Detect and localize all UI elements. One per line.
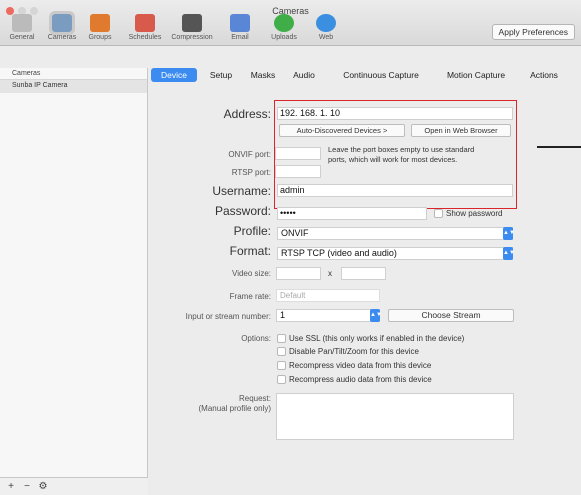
sidebar-item-camera[interactable]: Sunba IP Camera bbox=[0, 80, 147, 93]
tab-continuous-capture[interactable]: Continuous Capture bbox=[330, 68, 432, 82]
frame-rate-label: Frame rate: bbox=[229, 292, 271, 301]
tab-actions[interactable]: Actions bbox=[520, 68, 568, 82]
preferences-toolbar: General Cameras Groups Schedules Compres… bbox=[0, 11, 400, 46]
frame-rate-select[interactable]: Default bbox=[276, 289, 380, 302]
onvif-port-label: ONVIF port: bbox=[228, 150, 271, 159]
video-height-field[interactable] bbox=[341, 267, 386, 280]
request-textarea[interactable] bbox=[276, 393, 514, 440]
stream-number-label: Input or stream number: bbox=[185, 312, 271, 321]
format-label: Format: bbox=[229, 244, 271, 258]
toolbar-label: Email bbox=[231, 34, 249, 41]
username-label: Username: bbox=[212, 184, 271, 198]
chevron-updown-icon: ▲▼ bbox=[370, 309, 382, 322]
toolbar-item-general[interactable]: General bbox=[0, 14, 44, 41]
stream-number-value: 1 bbox=[280, 310, 286, 320]
show-password-checkbox[interactable] bbox=[434, 209, 443, 218]
show-password-label: Show password bbox=[446, 209, 503, 218]
password-field[interactable]: ••••• bbox=[277, 207, 427, 220]
video-size-label: Video size: bbox=[232, 269, 271, 278]
toolbar-label: Groups bbox=[88, 34, 112, 41]
add-camera-button[interactable]: + bbox=[4, 480, 18, 493]
email-icon bbox=[230, 14, 250, 32]
address-label: Address: bbox=[223, 107, 271, 121]
camera-icon bbox=[49, 11, 75, 35]
profile-label: Profile: bbox=[233, 224, 271, 238]
request-sub-label: (Manual profile only) bbox=[198, 404, 271, 413]
stream-number-select[interactable]: 1 ▲▼ bbox=[276, 309, 382, 322]
video-width-field[interactable] bbox=[276, 267, 321, 280]
recompress-audio-checkbox[interactable] bbox=[277, 375, 286, 384]
profile-select[interactable]: ONVIF ▲▼ bbox=[277, 227, 515, 240]
open-web-browser-button[interactable]: Open in Web Browser bbox=[411, 124, 511, 137]
chevron-updown-icon: ▲▼ bbox=[503, 247, 515, 260]
tab-masks[interactable]: Masks bbox=[243, 68, 283, 82]
disable-ptz-label: Disable Pan/Tilt/Zoom for this device bbox=[289, 347, 419, 356]
compression-icon bbox=[182, 14, 202, 32]
options-label: Options: bbox=[241, 334, 271, 343]
request-label: Request: bbox=[238, 394, 271, 403]
tab-setup[interactable]: Setup bbox=[201, 68, 241, 82]
tab-motion-capture[interactable]: Motion Capture bbox=[435, 68, 517, 82]
choose-stream-button[interactable]: Choose Stream bbox=[388, 309, 514, 322]
toolbar-item-compression[interactable]: Compression bbox=[170, 14, 214, 41]
settings-tabbar: Device Setup Masks Audio Continuous Capt… bbox=[148, 68, 581, 82]
frame-rate-value: Default bbox=[280, 291, 306, 300]
calendar-icon bbox=[135, 14, 155, 32]
format-select[interactable]: RTSP TCP (video and audio) ▲▼ bbox=[277, 247, 515, 260]
auto-discovered-devices-button[interactable]: Auto-Discovered Devices > bbox=[279, 124, 405, 137]
preferences-window: Cameras General Cameras Groups Schedules… bbox=[0, 0, 581, 495]
callout-line bbox=[537, 146, 581, 148]
chevron-updown-icon: ▲▼ bbox=[503, 227, 515, 240]
toolbar-item-schedules[interactable]: Schedules bbox=[123, 14, 167, 41]
toolbar-label: General bbox=[9, 34, 35, 41]
apply-preferences-button[interactable]: Apply Preferences bbox=[491, 24, 575, 40]
groups-icon bbox=[90, 14, 110, 32]
sidebar-footer: + − ⚙ bbox=[0, 477, 148, 495]
globe-icon bbox=[316, 14, 336, 32]
username-field[interactable]: admin bbox=[277, 184, 513, 197]
toolbar-label: Schedules bbox=[128, 34, 162, 41]
profile-value: ONVIF bbox=[281, 228, 309, 238]
rtsp-port-field[interactable] bbox=[275, 165, 321, 178]
port-note: Leave the port boxes empty to use standa… bbox=[328, 145, 475, 164]
password-label: Password: bbox=[214, 204, 271, 218]
title-bar: Cameras General Cameras Groups Schedules… bbox=[0, 0, 581, 46]
toolbar-item-groups[interactable]: Groups bbox=[78, 14, 122, 41]
address-field[interactable]: 192. 168. 1. 10 bbox=[277, 107, 513, 120]
format-value: RTSP TCP (video and audio) bbox=[281, 248, 397, 258]
gear-icon[interactable]: ⚙ bbox=[36, 480, 50, 493]
toolbar-label: Compression bbox=[171, 34, 213, 41]
toolbar-item-uploads[interactable]: Uploads bbox=[262, 14, 306, 41]
toolbar-item-email[interactable]: Email bbox=[218, 14, 262, 41]
recompress-video-checkbox[interactable] bbox=[277, 361, 286, 370]
toolbar-item-web[interactable]: Web bbox=[304, 14, 348, 41]
recompress-video-label: Recompress video data from this device bbox=[289, 361, 432, 370]
onvif-port-field[interactable] bbox=[275, 147, 321, 160]
video-size-x: x bbox=[328, 269, 332, 278]
tab-device[interactable]: Device bbox=[151, 68, 197, 82]
camera-sidebar: Cameras Sunba IP Camera + − ⚙ bbox=[0, 68, 148, 495]
toolbar-label: Uploads bbox=[271, 34, 297, 41]
tab-audio[interactable]: Audio bbox=[285, 68, 323, 82]
toolbar-label: Web bbox=[318, 34, 334, 41]
disable-ptz-checkbox[interactable] bbox=[277, 347, 286, 356]
use-ssl-checkbox[interactable] bbox=[277, 334, 286, 343]
rtsp-port-label: RTSP port: bbox=[231, 168, 271, 177]
use-ssl-label: Use SSL (this only works if enabled in t… bbox=[289, 334, 465, 343]
upload-icon bbox=[274, 14, 294, 32]
device-settings-panel: Address: 192. 168. 1. 10 Auto-Discovered… bbox=[148, 82, 581, 495]
general-icon bbox=[12, 14, 32, 32]
recompress-audio-label: Recompress audio data from this device bbox=[289, 375, 432, 384]
remove-camera-button[interactable]: − bbox=[20, 480, 34, 493]
sidebar-header: Cameras bbox=[0, 68, 147, 80]
